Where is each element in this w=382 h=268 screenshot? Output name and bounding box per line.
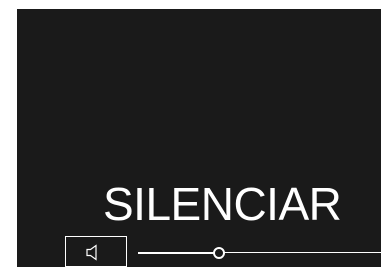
speaker-icon (86, 244, 97, 261)
mute-button[interactable] (65, 236, 127, 267)
volume-slider[interactable] (138, 243, 382, 263)
volume-slider-fill (138, 252, 220, 254)
volume-slider-thumb[interactable] (213, 247, 226, 259)
screen-title: SILENCIAR (103, 178, 342, 230)
mute-screen: SILENCIAR (17, 9, 382, 267)
